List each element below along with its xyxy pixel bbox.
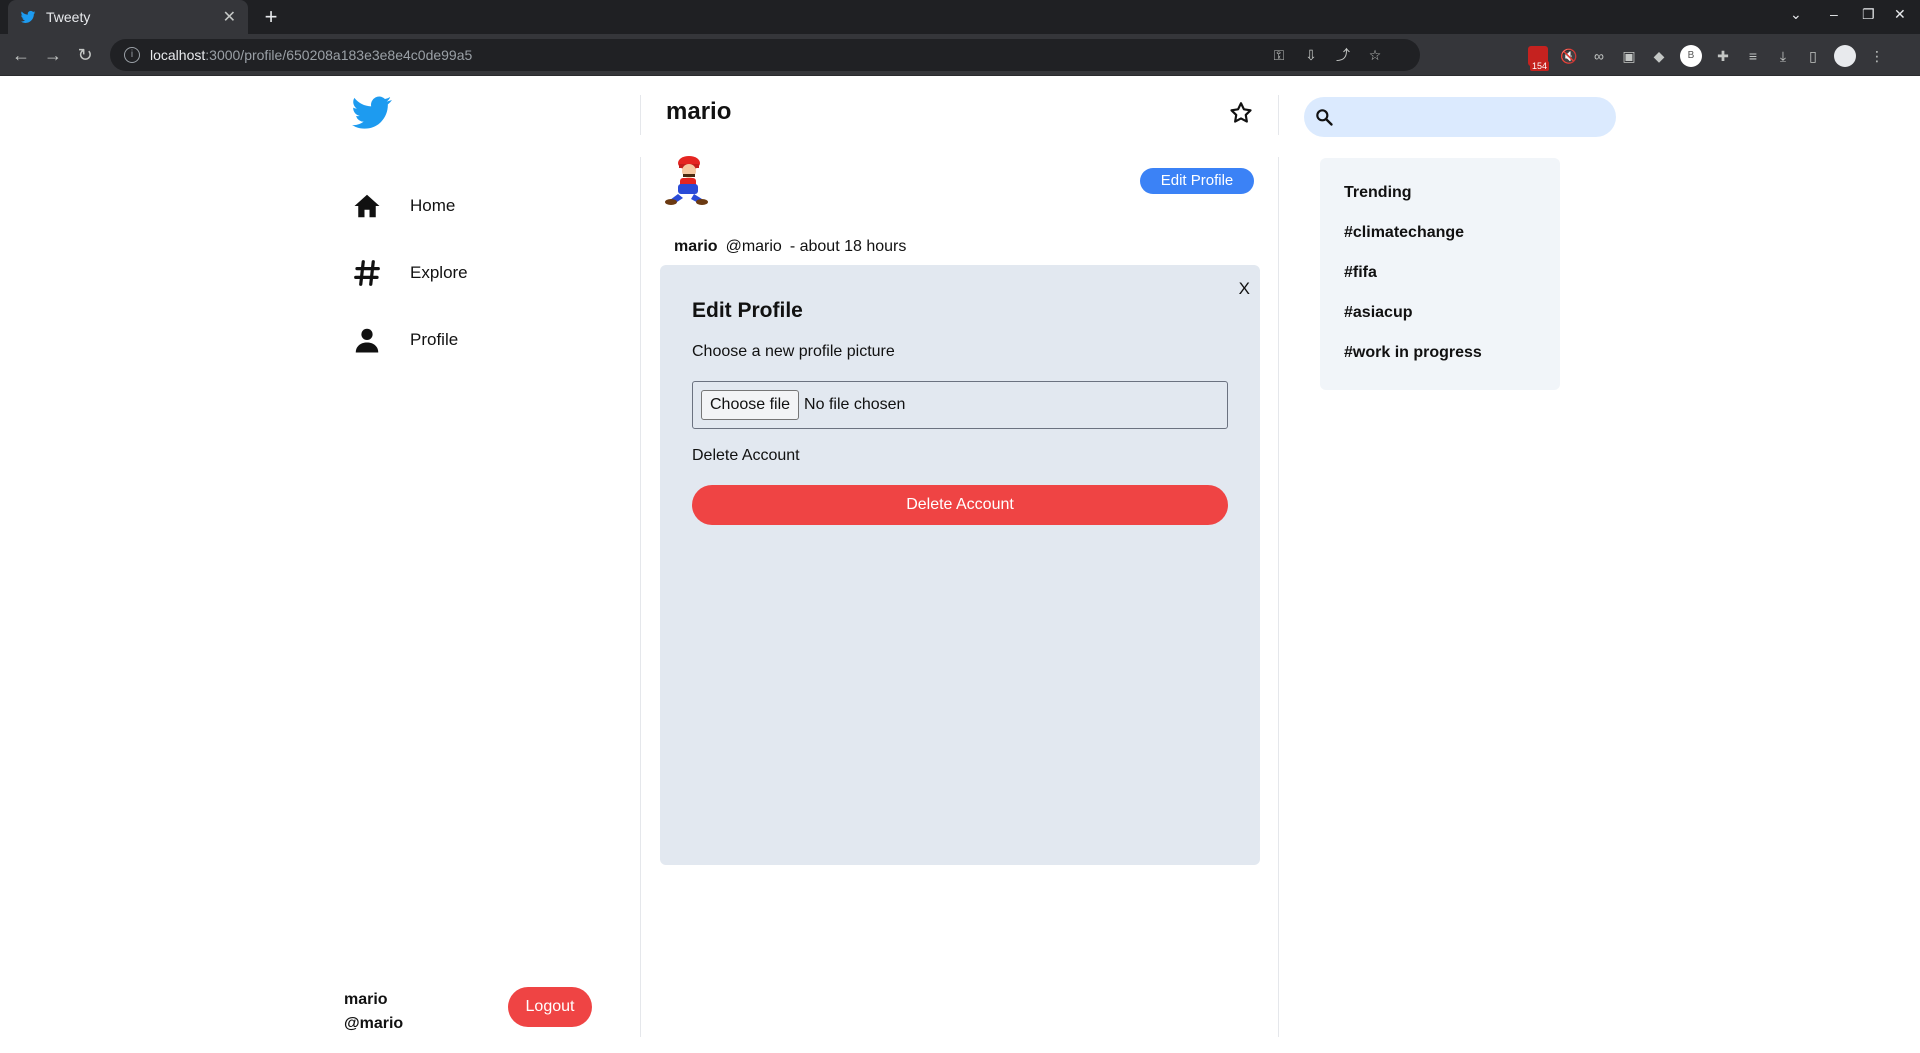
new-tab-icon[interactable]: + (258, 4, 284, 30)
post-timestamp: - about 18 hours (789, 238, 907, 255)
forward-icon[interactable]: → (40, 42, 66, 68)
delete-account-button[interactable]: Delete Account (692, 485, 1228, 525)
modal-title: Edit Profile (692, 299, 803, 322)
mute-tab-icon[interactable]: 🔇 (1560, 47, 1578, 65)
extension-badge-count: 154 (1530, 61, 1550, 71)
profile-picture-file-input[interactable]: Choose file No file chosen (692, 381, 1228, 429)
address-bar[interactable]: i localhost:3000/profile/650208a183e3e8e… (110, 39, 1420, 71)
back-icon[interactable]: ← (8, 42, 34, 68)
browser-tab[interactable]: Tweety ✕ (8, 0, 248, 34)
search-bar[interactable] (1304, 97, 1616, 137)
trending-item[interactable]: #fifa (1344, 264, 1560, 304)
divider-left (640, 157, 641, 1037)
person-icon (355, 328, 379, 353)
profile-avatar-icon[interactable] (1834, 45, 1856, 67)
current-user-name: mario (344, 991, 388, 1008)
trending-item[interactable]: #climatechange (1344, 224, 1560, 264)
reload-icon[interactable]: ↻ (72, 42, 98, 68)
screen-capture-icon[interactable]: ▣ (1620, 47, 1638, 65)
browser-tabbar: Tweety ✕ + ⌄ – ❐ ✕ (0, 0, 1920, 34)
sidebar-item-label: Home (410, 196, 456, 215)
divider-right (1278, 157, 1279, 1037)
edit-profile-modal: X Edit Profile Choose a new profile pict… (660, 265, 1260, 865)
choose-file-button[interactable]: Choose file (701, 390, 800, 420)
sidebar-item-label: Profile (410, 330, 459, 349)
glasses-extension-icon[interactable]: ∞ (1590, 47, 1608, 65)
trending-item[interactable]: #work in progress (1344, 344, 1560, 384)
post-author-name: mario (674, 238, 718, 255)
tab-search-chevron-icon[interactable]: ⌄ (1790, 6, 1802, 23)
close-window-icon[interactable]: ✕ (1894, 6, 1906, 23)
sidebar-item-explore[interactable]: Explore (352, 258, 468, 288)
modal-close-button[interactable]: X (1239, 279, 1250, 299)
post-author-handle: @mario (725, 238, 782, 255)
minimize-icon[interactable]: – (1830, 6, 1838, 22)
install-app-icon[interactable]: ⇩ (1302, 46, 1320, 64)
search-icon (1316, 109, 1333, 126)
home-icon (354, 194, 380, 218)
site-info-icon[interactable]: i (124, 47, 140, 63)
share-icon[interactable]: ⤴ (1334, 46, 1352, 64)
restore-icon[interactable]: ❐ (1862, 6, 1875, 23)
trending-panel: Trending #climatechange #fifa #asiacup #… (1320, 158, 1560, 390)
sidebar-item-label: Explore (410, 263, 468, 282)
url-path: :3000/profile/650208a183e3e8e4c0de99a5 (205, 47, 473, 63)
page-title: mario (666, 98, 732, 125)
bookmark-star-icon[interactable]: ☆ (1366, 46, 1384, 64)
modal-subtitle: Choose a new profile picture (692, 343, 895, 360)
tab-close-icon[interactable]: ✕ (223, 7, 236, 27)
search-input[interactable] (1342, 100, 1616, 134)
trending-item[interactable]: #asiacup (1344, 304, 1560, 344)
account-avatar-icon[interactable]: B (1680, 45, 1702, 67)
url-host: localhost (150, 47, 206, 63)
color-picker-icon[interactable]: ◆ (1650, 47, 1668, 65)
delete-account-label: Delete Account (692, 447, 800, 464)
twitter-logo-icon[interactable] (352, 96, 392, 130)
current-user-handle: @mario (344, 1015, 404, 1032)
edit-profile-button[interactable]: Edit Profile (1140, 168, 1254, 194)
logout-button[interactable]: Logout (508, 987, 592, 1027)
file-status-label: No file chosen (804, 396, 906, 413)
reading-list-icon[interactable]: ≡ (1744, 47, 1762, 65)
extensions-puzzle-icon[interactable]: ✚ (1714, 47, 1732, 65)
trending-title: Trending (1344, 184, 1412, 201)
current-user: mario @mario (344, 988, 403, 1036)
key-icon[interactable]: ⚿ (1270, 46, 1288, 64)
divider-header-right (1278, 95, 1279, 135)
twitter-bird-icon (20, 10, 36, 23)
side-panel-icon[interactable]: ▯ (1804, 47, 1822, 65)
kebab-menu-icon[interactable]: ⋮ (1868, 47, 1886, 65)
post-meta: mario @mario - about 18 hours (674, 238, 906, 256)
sidebar-item-home[interactable]: Home (352, 191, 455, 221)
downloads-icon[interactable]: ⤓ (1774, 47, 1792, 65)
gmail-extension-icon[interactable]: 154 (1528, 46, 1550, 71)
tab-title: Tweety (46, 9, 91, 25)
star-icon[interactable] (1228, 100, 1254, 126)
sidebar-item-profile[interactable]: Profile (352, 325, 458, 355)
divider-header-left (640, 95, 641, 135)
extension-icons: 154 🔇 ∞ ▣ ◆ B ✚ ≡ ⤓ ▯ ⋮ (1528, 45, 1886, 71)
profile-picture (665, 156, 708, 205)
hashtag-icon (354, 260, 380, 286)
